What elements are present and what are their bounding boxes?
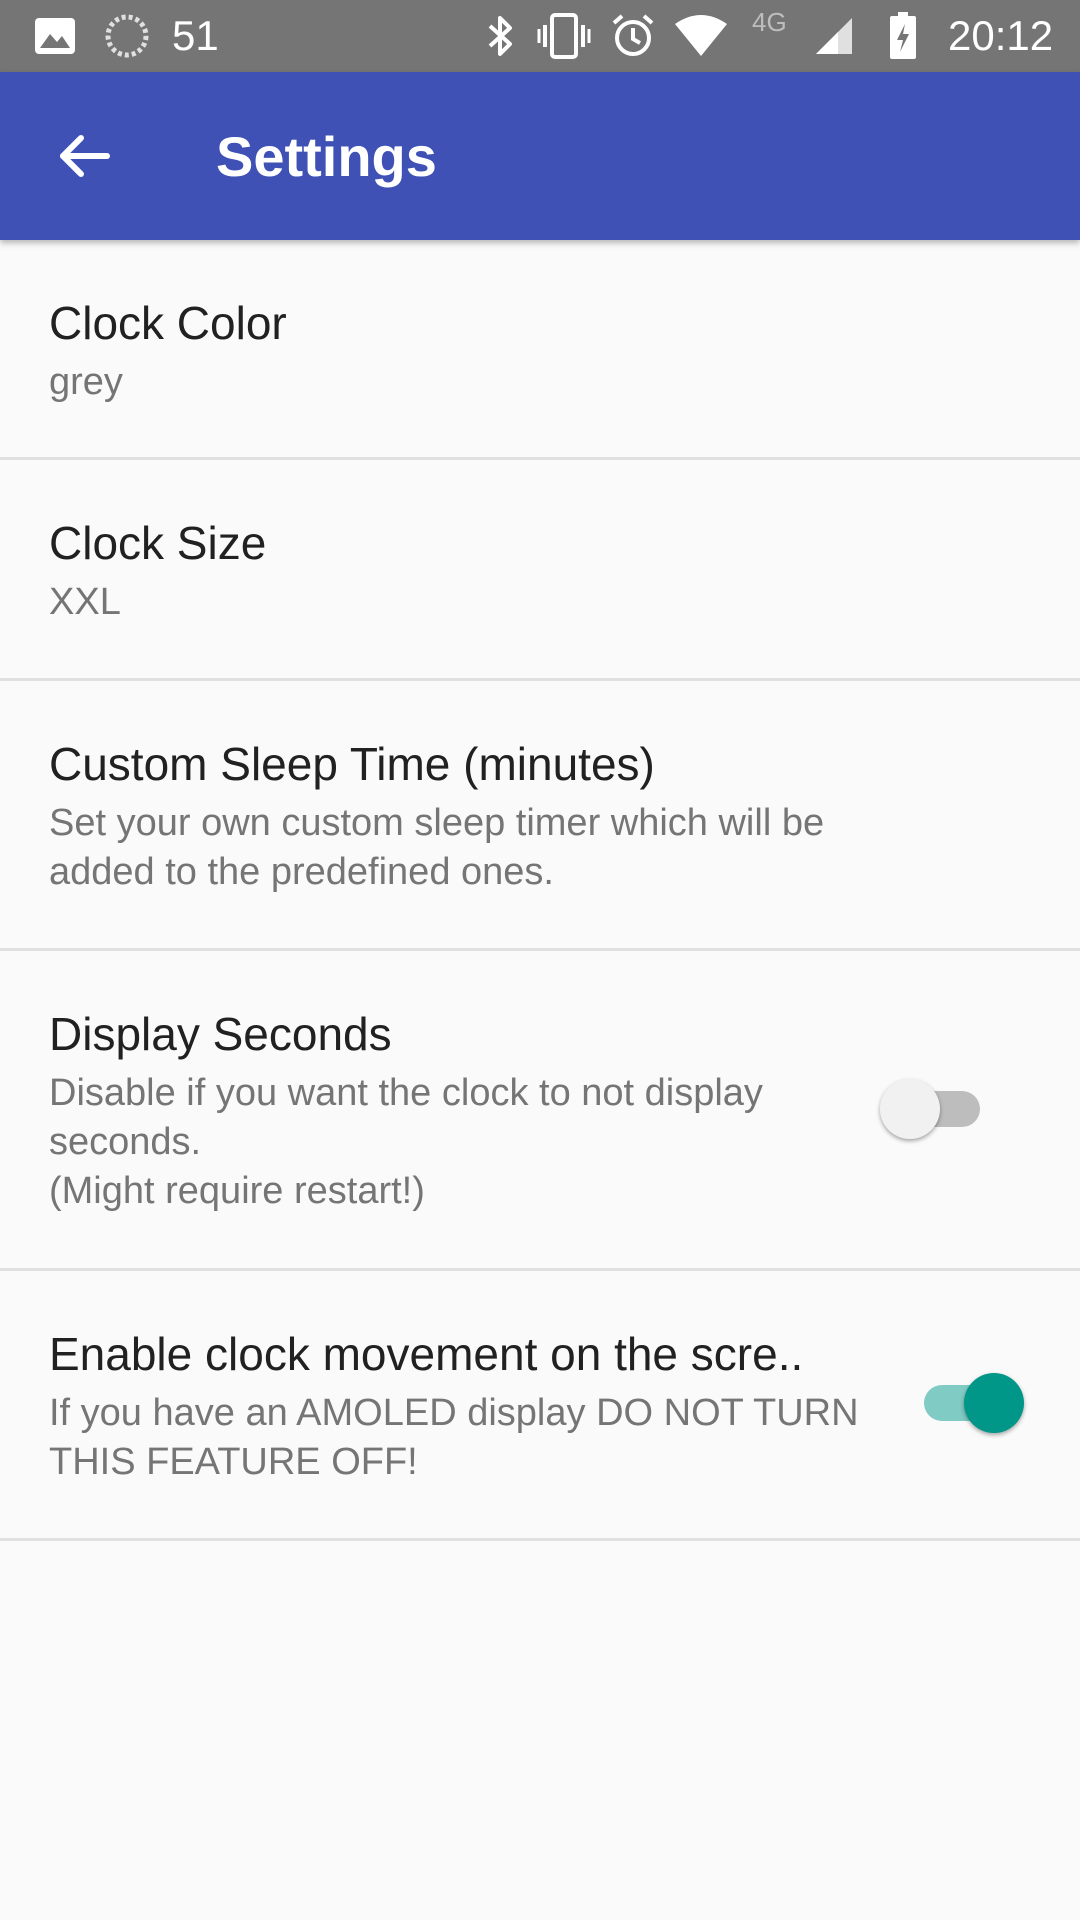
pref-title: Enable clock movement on the scre.. bbox=[49, 1328, 804, 1380]
clock-movement-switch[interactable] bbox=[904, 1363, 1024, 1443]
settings-screen: 51 4G 20:12 Settings Clock Color grey Cl… bbox=[0, 0, 1080, 1920]
display-seconds-switch[interactable] bbox=[880, 1069, 1000, 1149]
status-time: 20:12 bbox=[948, 12, 1054, 59]
signal-icon bbox=[812, 0, 856, 72]
network-type: 4G bbox=[752, 6, 787, 37]
pref-clock-movement[interactable]: Enable clock movement on the scre.. If y… bbox=[0, 1271, 1080, 1541]
pref-title: Clock Color bbox=[49, 297, 287, 349]
pref-clock-color[interactable]: Clock Color grey bbox=[0, 240, 1080, 460]
battery-icon bbox=[886, 0, 920, 72]
arrow-back-icon bbox=[60, 135, 110, 177]
wifi-icon bbox=[672, 0, 730, 72]
pref-summary: Set your own custom sleep timer which wi… bbox=[49, 802, 825, 893]
pref-summary: If you have an AMOLED display DO NOT TUR… bbox=[49, 1392, 859, 1483]
pref-summary: Disable if you want the clock to not dis… bbox=[49, 1069, 899, 1216]
pref-title: Display Seconds bbox=[49, 1008, 392, 1060]
notification-count: 51 bbox=[172, 12, 219, 59]
pref-title: Clock Size bbox=[49, 517, 267, 569]
pref-summary-note: (Might require restart!) bbox=[49, 1170, 425, 1212]
sync-icon bbox=[100, 0, 154, 72]
status-bar: 51 4G 20:12 bbox=[0, 0, 1080, 72]
pref-title: Custom Sleep Time (minutes) bbox=[49, 738, 655, 790]
vibrate-icon bbox=[536, 0, 592, 72]
pref-custom-sleep-time[interactable]: Custom Sleep Time (minutes) Set your own… bbox=[0, 681, 1080, 951]
bluetooth-icon bbox=[480, 0, 522, 72]
app-bar: Settings bbox=[0, 72, 1080, 240]
switch-thumb bbox=[880, 1079, 940, 1139]
pref-clock-size[interactable]: Clock Size XXL bbox=[0, 460, 1080, 681]
pref-summary: XXL bbox=[49, 581, 121, 623]
pref-summary-text: Disable if you want the clock to not dis… bbox=[49, 1072, 763, 1163]
pref-display-seconds[interactable]: Display Seconds Disable if you want the … bbox=[0, 951, 1080, 1271]
image-icon bbox=[28, 0, 82, 72]
page-title: Settings bbox=[216, 124, 437, 188]
back-button[interactable] bbox=[36, 108, 132, 204]
pref-summary: grey bbox=[49, 361, 123, 403]
switch-thumb bbox=[964, 1373, 1024, 1433]
alarm-icon bbox=[608, 0, 658, 72]
